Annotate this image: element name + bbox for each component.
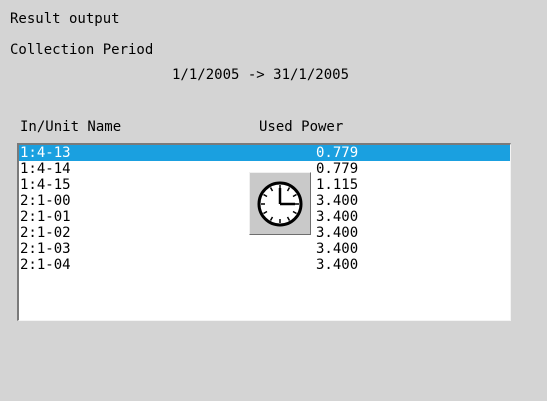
wait-indicator	[249, 172, 311, 235]
unit-name: 2:1-03	[20, 241, 71, 257]
column-header-unit-name: In/Unit Name	[20, 119, 122, 135]
unit-name: 2:1-01	[20, 209, 71, 225]
used-power-value: 0.779	[316, 145, 359, 161]
unit-name: 1:4-15	[20, 177, 71, 193]
column-header-used-power: Used Power	[259, 119, 344, 135]
unit-name: 1:4-14	[20, 161, 71, 177]
used-power-value: 3.400	[316, 225, 359, 241]
list-item[interactable]: 1:4-13 0.779	[19, 145, 510, 161]
list-item[interactable]: 2:1-03 3.400	[19, 241, 510, 257]
used-power-value: 3.400	[316, 193, 359, 209]
unit-name: 2:1-00	[20, 193, 71, 209]
clock-icon	[257, 181, 303, 227]
page-title: Result output	[10, 11, 120, 27]
used-power-value: 3.400	[316, 209, 359, 225]
used-power-value: 0.779	[316, 161, 359, 177]
unit-name: 2:1-04	[20, 257, 71, 273]
used-power-value: 3.400	[316, 257, 359, 273]
collection-period-range: 1/1/2005 -> 31/1/2005	[172, 67, 350, 83]
unit-name: 2:1-02	[20, 225, 71, 241]
collection-period-label: Collection Period	[10, 42, 154, 58]
used-power-value: 1.115	[316, 177, 359, 193]
unit-name: 1:4-13	[20, 145, 71, 161]
list-item[interactable]: 2:1-04 3.400	[19, 257, 510, 273]
used-power-value: 3.400	[316, 241, 359, 257]
